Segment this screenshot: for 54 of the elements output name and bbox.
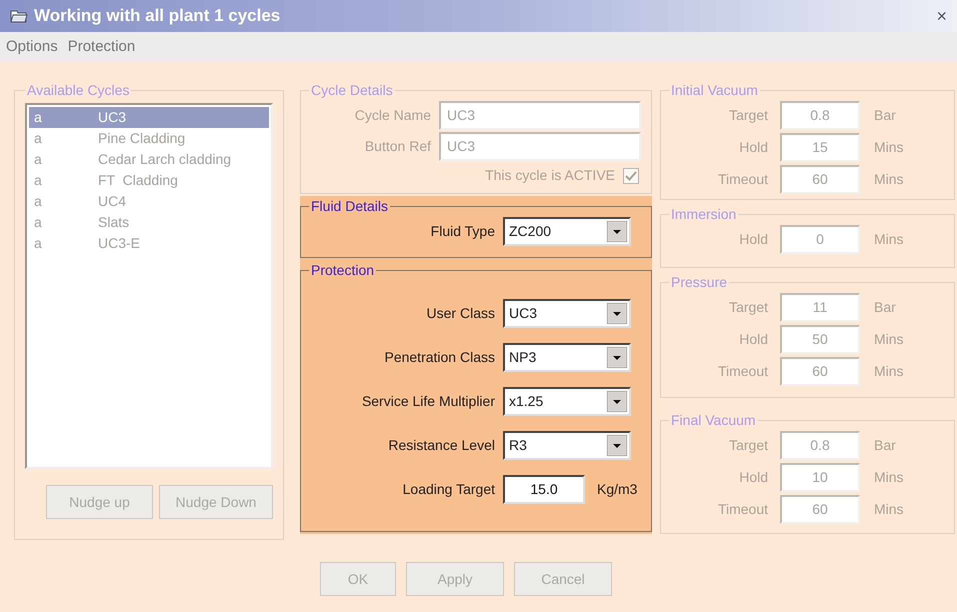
field-label: Hold — [738, 468, 768, 487]
field-label: Hold — [738, 330, 768, 349]
menu-item[interactable]: Options — [6, 36, 58, 58]
group-title: Pressure — [670, 273, 728, 292]
field-label: Timeout — [716, 362, 768, 381]
field-label: Button Ref — [364, 137, 431, 156]
unit-label: Mins — [874, 138, 904, 157]
caret-icon — [607, 221, 627, 242]
group-title: Cycle Details — [310, 81, 394, 100]
caret-icon — [607, 435, 627, 456]
unit-label: Bar — [874, 106, 896, 125]
field-label: Hold — [738, 138, 768, 157]
dropdown[interactable]: R3 — [503, 431, 631, 460]
dropdown[interactable]: x1.25 — [503, 387, 631, 416]
field-label: User Class — [426, 304, 495, 323]
field-label: Penetration Class — [383, 348, 495, 367]
group-title: Immersion — [670, 205, 738, 224]
caret-icon — [607, 303, 627, 324]
dropdown[interactable]: ZC200 — [503, 217, 631, 246]
field-label: Timeout — [716, 170, 768, 189]
group-title: Initial Vacuum — [670, 81, 759, 100]
dropdown[interactable]: NP3 — [503, 343, 631, 372]
folder-icon — [10, 9, 28, 23]
unit-label: Mins — [874, 468, 904, 487]
unit-label: Mins — [874, 362, 904, 381]
group-title: Fluid Details — [310, 197, 390, 216]
field-label: Target — [728, 436, 768, 455]
unit-label: Mins — [874, 230, 904, 249]
field-label: Service Life Multiplier — [360, 392, 495, 411]
field-label: Fluid Type — [430, 222, 495, 241]
unit-label: Mins — [874, 500, 904, 519]
checkbox-label: This cycle is ACTIVE — [485, 166, 615, 185]
field-label: Loading Target — [402, 480, 495, 499]
input-field[interactable]: 15.0 — [503, 475, 585, 504]
unit-label: Mins — [874, 330, 904, 349]
field-label: Target — [728, 298, 768, 317]
field-label: Timeout — [716, 500, 768, 519]
field-label: Cycle Name — [354, 106, 431, 125]
unit-label: Kg/m3 — [597, 480, 638, 499]
unit-label: Bar — [874, 436, 896, 455]
menu-item[interactable]: Protection — [68, 36, 136, 58]
close-button[interactable]: × — [936, 7, 947, 25]
unit-label: Bar — [874, 298, 896, 317]
caret-icon — [607, 347, 627, 368]
field-label: Resistance Level — [387, 436, 495, 455]
field-label: Hold — [738, 230, 768, 249]
unit-label: Mins — [874, 170, 904, 189]
caret-icon — [607, 391, 627, 412]
group-title: Protection — [310, 261, 376, 280]
group-title: Available Cycles — [26, 81, 130, 100]
window-title: Working with all plant 1 cycles — [34, 5, 280, 28]
field-label: Target — [728, 106, 768, 125]
dropdown[interactable]: UC3 — [503, 299, 631, 328]
group-title: Final Vacuum — [670, 411, 757, 430]
